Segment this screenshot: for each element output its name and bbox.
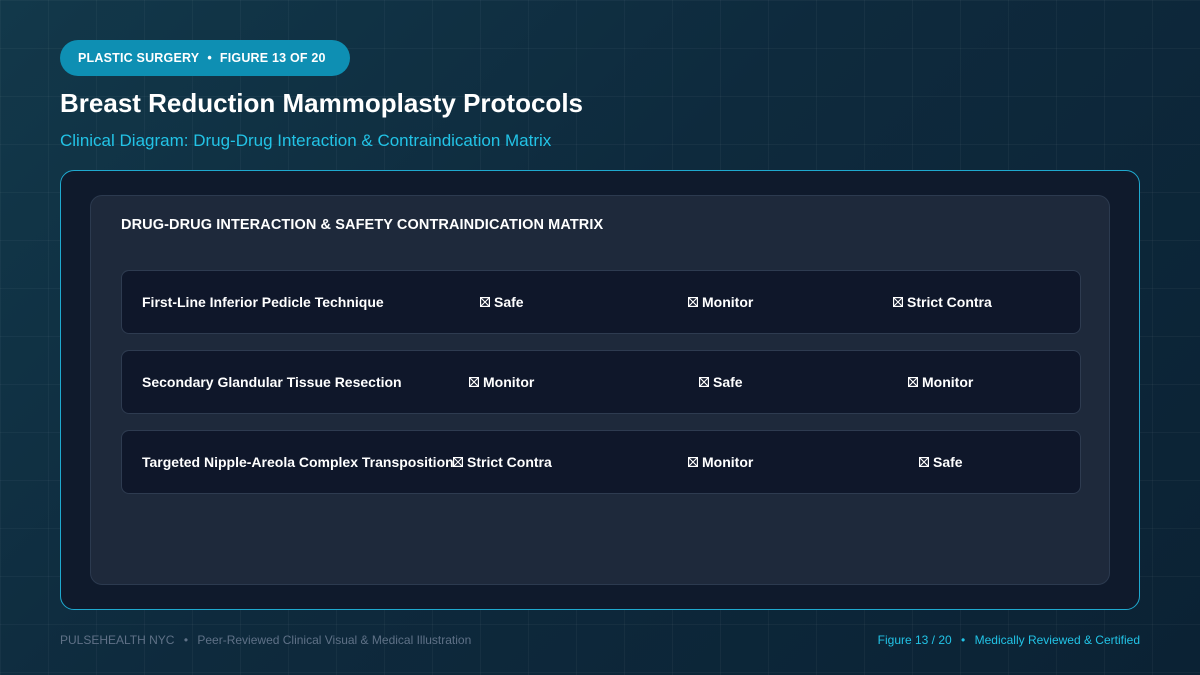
footer-separator: • bbox=[961, 633, 966, 647]
cell-label: Monitor bbox=[483, 374, 535, 390]
footer-separator: • bbox=[183, 633, 189, 647]
matrix-cell: Monitor bbox=[688, 271, 753, 333]
x-box-icon bbox=[699, 377, 709, 387]
matrix-cell: Monitor bbox=[469, 351, 534, 413]
x-box-icon bbox=[469, 377, 479, 387]
footer-tagline: Peer-Reviewed Clinical Visual & Medical … bbox=[197, 633, 472, 647]
matrix-cell: Safe bbox=[699, 351, 743, 413]
x-box-icon bbox=[893, 297, 903, 307]
badge-separator: • bbox=[207, 51, 212, 65]
footer-brand: PULSEHEALTH NYC bbox=[60, 633, 175, 647]
cell-label: Monitor bbox=[702, 294, 754, 310]
page-subtitle: Clinical Diagram: Drug-Drug Interaction … bbox=[60, 131, 552, 150]
x-box-icon bbox=[688, 297, 698, 307]
matrix-cell: Strict Contra bbox=[893, 271, 992, 333]
figure-counter: Figure 13 / 20 bbox=[877, 633, 952, 647]
x-box-icon bbox=[919, 457, 929, 467]
footer-credits: PULSEHEALTH NYC • Peer-Reviewed Clinical… bbox=[60, 633, 471, 647]
cell-label: Strict Contra bbox=[467, 454, 552, 470]
cell-label: Safe bbox=[933, 454, 963, 470]
certification-label: Medically Reviewed & Certified bbox=[974, 633, 1140, 647]
x-box-icon bbox=[453, 457, 463, 467]
row-label: Secondary Glandular Tissue Resection bbox=[142, 374, 402, 390]
matrix-row: Secondary Glandular Tissue Resection Mon… bbox=[121, 350, 1081, 414]
diagram-frame: DRUG-DRUG INTERACTION & SAFETY CONTRAIND… bbox=[60, 170, 1140, 610]
cell-label: Monitor bbox=[702, 454, 754, 470]
matrix-cell: Monitor bbox=[688, 431, 753, 493]
figure-label: FIGURE 13 OF 20 bbox=[219, 51, 326, 65]
cell-label: Strict Contra bbox=[907, 294, 992, 310]
cell-label: Safe bbox=[494, 294, 524, 310]
footer-figure-info: Figure 13 / 20 • Medically Reviewed & Ce… bbox=[878, 633, 1140, 647]
page-title: Breast Reduction Mammoplasty Protocols bbox=[60, 88, 583, 118]
x-box-icon bbox=[480, 297, 490, 307]
cell-label: Safe bbox=[713, 374, 743, 390]
matrix-cell: Safe bbox=[480, 271, 524, 333]
matrix-cell: Strict Contra bbox=[453, 431, 552, 493]
matrix-cell: Monitor bbox=[908, 351, 973, 413]
row-label: Targeted Nipple-Areola Complex Transposi… bbox=[142, 454, 454, 470]
x-box-icon bbox=[908, 377, 918, 387]
cell-label: Monitor bbox=[922, 374, 974, 390]
row-label: First-Line Inferior Pedicle Technique bbox=[142, 294, 384, 310]
category-badge: PLASTIC SURGERY • FIGURE 13 OF 20 bbox=[60, 40, 350, 76]
matrix-cell: Safe bbox=[919, 431, 963, 493]
category-label: PLASTIC SURGERY bbox=[78, 51, 200, 65]
x-box-icon bbox=[688, 457, 698, 467]
matrix-row: Targeted Nipple-Areola Complex Transposi… bbox=[121, 430, 1081, 494]
matrix-row: First-Line Inferior Pedicle Technique Sa… bbox=[121, 270, 1081, 334]
matrix-panel: DRUG-DRUG INTERACTION & SAFETY CONTRAIND… bbox=[90, 195, 1110, 585]
matrix-title: DRUG-DRUG INTERACTION & SAFETY CONTRAIND… bbox=[121, 217, 604, 233]
